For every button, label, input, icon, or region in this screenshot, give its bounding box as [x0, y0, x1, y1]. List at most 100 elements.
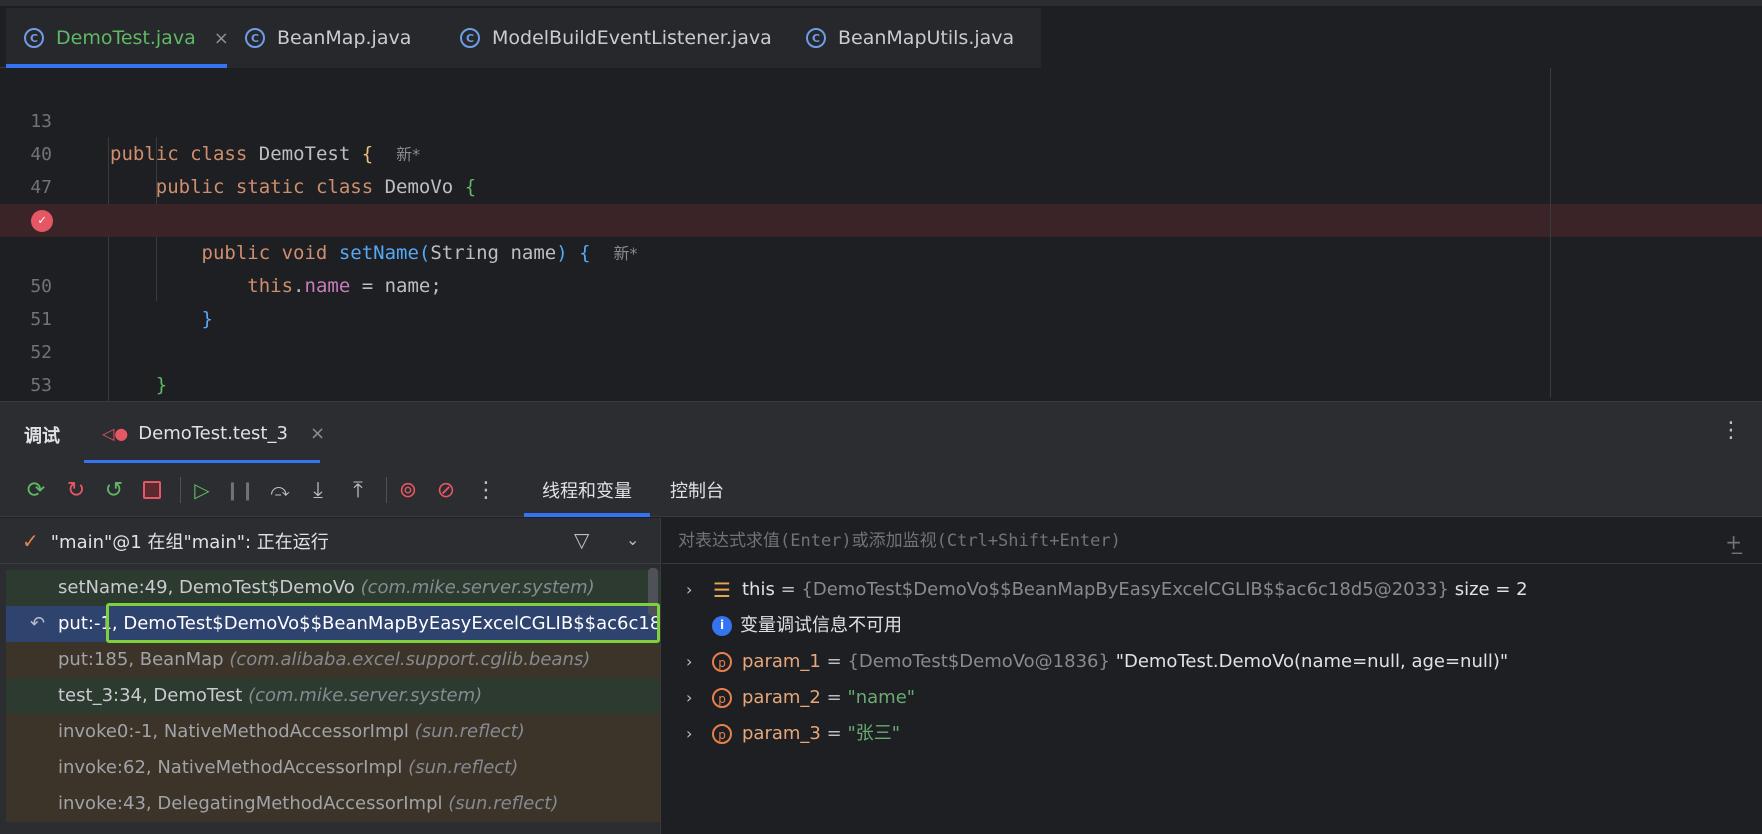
frame-method: test_3:34, DemoTest [58, 685, 243, 706]
filter-icon[interactable]: ▽ [574, 528, 589, 552]
frame-method: put:-1, DemoTest$DemoVo$$BeanMapByEasyEx… [58, 613, 660, 634]
debug-toolbar: ⟳ ↻ ↺ ▷ ❙❙ ⤼ ⤓ ⤒ ⊚ ⊘ ⋮ 线程和变量 控制台 [0, 463, 1762, 517]
frame-method: invoke:62, NativeMethodAccessorImpl [58, 757, 403, 778]
parameter-icon: p [712, 688, 732, 708]
code-line: 40 public static class DemoVo { [0, 105, 1762, 198]
tab-label: BeanMap.java [277, 27, 412, 49]
more-options-icon[interactable]: ⋮ [1720, 418, 1742, 443]
chevron-right-icon[interactable]: › [686, 572, 692, 608]
pause-icon[interactable]: ❙❙ [225, 476, 255, 504]
code-line: 48 public void setName(String name) { 新* [0, 171, 1762, 264]
code-line: 51 [0, 270, 1762, 330]
frame-method: invoke0:-1, NativeMethodAccessorImpl [58, 721, 409, 742]
chevron-right-icon[interactable]: › [686, 644, 692, 680]
stack-frame[interactable]: invoke:43, DelegatingMethodAccessorImpl … [6, 786, 660, 822]
toolbar-separator [180, 477, 181, 503]
frames-scrollbar[interactable] [648, 568, 658, 616]
subtab-label: 线程和变量 [542, 481, 632, 502]
tab-label: DemoTest.java [56, 27, 196, 49]
frame-package: (sun.reflect) [408, 757, 519, 778]
code-line-breakpoint: ✓ this.name = name; [0, 204, 1762, 297]
variable-row-this[interactable]: › ☰ this = {DemoTest$DemoVo$$BeanMapByEa… [662, 572, 1762, 608]
debug-tool-window-header: 调试 ◁● DemoTest.test_3 × ⋮ [0, 401, 1762, 464]
add-watch-icon[interactable]: +̲ [1725, 530, 1742, 554]
frame-package: (sun.reflect) [448, 793, 559, 814]
variable-row-param-3[interactable]: › p param_3 = "张三" [662, 716, 1762, 752]
frames-pane: ✓ "main"@1 在组"main": 正在运行 ▽ ⌄ setName:49… [0, 518, 661, 834]
code-line: 54 [0, 369, 1762, 429]
mute-breakpoints-icon[interactable]: ⊘ [432, 476, 460, 504]
window-top-strip [0, 0, 1762, 6]
variable-row-param-2[interactable]: › p param_2 = "name" [662, 680, 1762, 716]
code-line: 47 [0, 138, 1762, 198]
resume-icon[interactable]: ▷ [188, 476, 216, 504]
close-icon[interactable]: × [310, 423, 325, 444]
parameter-icon: p [712, 724, 732, 744]
java-class-icon: C [460, 28, 480, 48]
code-line: 52 } [0, 303, 1762, 396]
step-into-icon[interactable]: ⤓ [304, 476, 332, 504]
code-line: 13 public class DemoTest { 新* [0, 72, 1762, 165]
stop-button[interactable] [138, 476, 166, 504]
java-class-icon: C [806, 28, 826, 48]
tab-beanmaputils-java[interactable]: C BeanMapUtils.java [786, 8, 1041, 68]
frame-package: (com.mike.server.system) [360, 577, 595, 598]
toolbar-separator [386, 477, 387, 503]
chevron-right-icon[interactable]: › [686, 680, 692, 716]
debug-title: 调试 [24, 426, 60, 447]
code-editor[interactable]: 13 public class DemoTest { 新* 40 public … [0, 69, 1762, 429]
tab-threads-variables[interactable]: 线程和变量 [524, 463, 650, 517]
variable-info-row: i 变量调试信息不可用 [662, 608, 1762, 644]
view-breakpoints-icon[interactable]: ⊚ [394, 476, 422, 504]
info-message: 变量调试信息不可用 [740, 615, 902, 636]
evaluate-expression-bar: +̲ [662, 518, 1762, 564]
java-class-icon: C [245, 28, 265, 48]
variable-name: this [742, 579, 775, 600]
tab-label: ModelBuildEventListener.java [492, 27, 772, 49]
variable-value: size = 2 [1454, 579, 1528, 600]
chevron-down-icon[interactable]: ⌄ [626, 530, 639, 549]
stack-frame[interactable]: invoke0:-1, NativeMethodAccessorImpl (su… [6, 714, 660, 750]
evaluate-expression-input[interactable] [678, 526, 1678, 556]
editor-tab-bar: C DemoTest.java × C BeanMap.java C Model… [0, 0, 1762, 68]
thread-status: "main"@1 在组"main": 正在运行 [50, 531, 329, 553]
rerun-failed-icon[interactable]: ↻ [62, 476, 90, 504]
variable-value: "name" [847, 687, 916, 708]
thread-selector[interactable]: ✓ "main"@1 在组"main": 正在运行 ▽ ⌄ [0, 518, 660, 564]
check-icon: ✓ [22, 528, 39, 553]
step-over-icon[interactable]: ⤼ [266, 476, 294, 504]
stack-frame-selected[interactable]: ↶ put:-1, DemoTest$DemoVo$$BeanMapByEasy… [6, 606, 660, 642]
variable-name: param_3 [742, 723, 821, 744]
variable-row-param-1[interactable]: › p param_1 = {DemoTest$DemoVo@1836} "De… [662, 644, 1762, 680]
variable-value: "张三" [847, 723, 900, 744]
stop-icon [143, 481, 161, 499]
debug-session-tab[interactable]: ◁● DemoTest.test_3 × [84, 402, 325, 464]
tab-console[interactable]: 控制台 [670, 463, 724, 517]
tab-beanmap-java[interactable]: C BeanMap.java [227, 8, 434, 68]
restart-icon[interactable]: ↺ [100, 476, 128, 504]
stack-frame[interactable]: test_3:34, DemoTest (com.mike.server.sys… [6, 678, 660, 714]
stack-frame[interactable]: invoke:62, NativeMethodAccessorImpl (sun… [6, 750, 660, 786]
variable-type: {DemoTest$DemoVo@1836} [847, 651, 1110, 672]
tab-label: BeanMapUtils.java [838, 27, 1015, 49]
stack-frame[interactable]: put:185, BeanMap (com.alibaba.excel.supp… [6, 642, 660, 678]
variable-type: {DemoTest$DemoVo$$BeanMapByEasyExcelCGLI… [801, 579, 1449, 600]
breakpoint-icon[interactable]: ✓ [31, 210, 53, 232]
stack-frame[interactable]: setName:49, DemoTest$DemoVo (com.mike.se… [6, 570, 660, 606]
frame-package: (sun.reflect) [414, 721, 525, 742]
step-out-icon[interactable]: ⤒ [344, 476, 372, 504]
variables-pane: +̲ › ☰ this = {DemoTest$DemoVo$$BeanMapB… [662, 518, 1762, 834]
code-line: 53 } [0, 336, 1762, 429]
more-actions-icon[interactable]: ⋮ [472, 476, 500, 504]
tab-demotest-java[interactable]: C DemoTest.java × [6, 8, 229, 68]
tab-modelbuildeventlistener-java[interactable]: C ModelBuildEventListener.java [434, 8, 786, 68]
variable-name: param_2 [742, 687, 821, 708]
object-icon: ☰ [713, 578, 731, 602]
rerun-icon[interactable]: ⟳ [22, 476, 50, 504]
code-line: 50 } [0, 237, 1762, 330]
frame-method: setName:49, DemoTest$DemoVo [58, 577, 355, 598]
right-margin-guide [1550, 68, 1551, 398]
session-tab-label: DemoTest.test_3 [138, 422, 288, 444]
chevron-right-icon[interactable]: › [686, 716, 692, 752]
variable-name: param_1 [742, 651, 821, 672]
